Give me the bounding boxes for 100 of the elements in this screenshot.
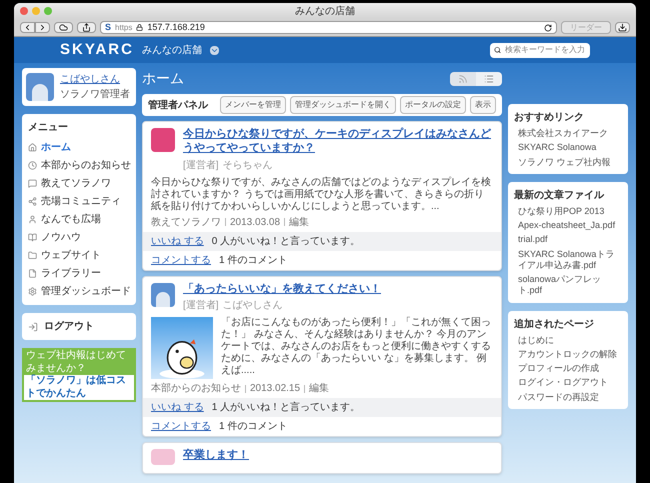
book-icon bbox=[28, 233, 37, 242]
like-count: 0 人がいいね！と言っています。 bbox=[212, 234, 360, 248]
forward-button[interactable] bbox=[35, 22, 50, 33]
logout-icon bbox=[28, 322, 38, 332]
menu-item[interactable]: ウェブサイト bbox=[28, 248, 130, 263]
file-icon bbox=[28, 269, 37, 278]
banner-headline: ウェブ社内報はじめてみませんか？ bbox=[25, 350, 127, 374]
menu-item[interactable]: ライブラリー bbox=[28, 266, 130, 281]
widget-title: 最新の文章ファイル bbox=[514, 188, 606, 203]
admin-panel-title: 管理者パネル bbox=[148, 98, 208, 112]
avatar bbox=[151, 128, 175, 152]
gear-icon bbox=[28, 287, 37, 296]
logout-button[interactable]: ログアウト bbox=[22, 313, 136, 340]
edit-link[interactable]: 編集 bbox=[309, 381, 330, 396]
user-name-link[interactable]: こばやしさん bbox=[60, 72, 130, 87]
widget-link[interactable]: プロフィールの作成 bbox=[514, 363, 622, 374]
cloud-icon bbox=[59, 23, 68, 32]
url-scheme: https bbox=[115, 24, 132, 32]
person-icon bbox=[28, 215, 37, 224]
widget-title: 追加されたページ bbox=[514, 318, 595, 332]
banner-tagline: 「ソラノワ」は低コストでかんたん bbox=[24, 375, 134, 400]
home-icon bbox=[28, 143, 37, 152]
widget-link[interactable]: trial.pdf bbox=[514, 234, 622, 246]
post-category: 本部からのお知らせ bbox=[151, 382, 241, 396]
widget-link[interactable]: アカウントロックの解除 bbox=[514, 348, 622, 360]
share-icon bbox=[82, 23, 91, 32]
search-field[interactable]: 検索キーワードを入力 bbox=[490, 42, 590, 58]
post-body: 今日からひな祭りですが、みなさんの店舗ではどのようなディスプレイを検討されていますか？ うちでは画用紙でひな人形を書いて、きらきらの折り紙を貼り付けてかわいらしいかんじにしようと思っています。... bbox=[150, 176, 492, 212]
menu-item[interactable]: 教えてソラノワ bbox=[28, 176, 130, 191]
comment-link[interactable]: コメントする bbox=[151, 419, 211, 434]
chick-illustration bbox=[151, 317, 213, 380]
widget-link[interactable]: ひな祭り用POP 2013 bbox=[514, 206, 622, 217]
widget-link[interactable]: パスワードの再設定 bbox=[514, 392, 622, 403]
menu-item[interactable]: 売場コミュニティ bbox=[28, 194, 130, 209]
avatar bbox=[151, 449, 175, 466]
post-title-link[interactable]: 卒業します！ bbox=[183, 449, 249, 463]
downloads-button[interactable] bbox=[615, 22, 630, 33]
author-role: [運営者] bbox=[183, 158, 219, 172]
download-icon bbox=[618, 23, 627, 32]
widget-link[interactable]: Apex-cheatsheet_Ja.pdf bbox=[514, 220, 622, 232]
post-title-link[interactable]: 「あったらいいな」を教えてください！ bbox=[183, 282, 381, 296]
lock-icon bbox=[136, 24, 144, 31]
site-menu-button[interactable] bbox=[210, 46, 219, 54]
share-button[interactable] bbox=[77, 22, 96, 33]
author-role: [運営者] bbox=[183, 298, 219, 314]
back-button[interactable] bbox=[20, 22, 35, 33]
post-body: 「お店にこんなものがあったら便利！」「これが無くて困った！」 みなさん、そんな経験はありませんか？ 今月のアンケートでは、みなさんのお店をもっと便利に働きやすくするために、みなさんの「あったらいい な」を募集します。 例えば..... bbox=[221, 317, 492, 378]
author-name: そらちゃん bbox=[222, 158, 273, 172]
widget-link[interactable]: 株式会社スカイアーク bbox=[514, 128, 622, 140]
admin-button[interactable]: ポータルの設定 bbox=[400, 96, 466, 114]
list-icon bbox=[484, 74, 494, 84]
like-link[interactable]: いいね する bbox=[151, 400, 204, 416]
folder-icon bbox=[28, 251, 37, 260]
list-view-button[interactable] bbox=[476, 72, 502, 86]
admin-button[interactable]: メンバーを管理 bbox=[220, 96, 286, 114]
logo: SKYARC bbox=[60, 40, 134, 60]
share-icon bbox=[28, 197, 37, 206]
post-title-link[interactable]: 今日からひな祭りですが、ケーキのディスプレイはみなさんどうやってやっていますか？ bbox=[183, 128, 493, 156]
like-link[interactable]: いいね する bbox=[151, 234, 204, 248]
menu-title: メニュー bbox=[28, 121, 69, 135]
comment-count: 1 件のコメント bbox=[219, 254, 288, 268]
admin-button[interactable]: 管理ダッシュボードを開く bbox=[290, 96, 396, 114]
widget-link[interactable]: solanowaパンフレット.pdf bbox=[514, 274, 622, 296]
address-bar[interactable]: S https 157.7.168.219 bbox=[100, 21, 557, 34]
menu-item[interactable]: ノウハウ bbox=[28, 230, 130, 245]
page-title: ホーム bbox=[142, 69, 184, 88]
menu-item[interactable]: なんでも広場 bbox=[28, 212, 130, 227]
reload-icon[interactable] bbox=[544, 24, 552, 32]
promo-banner[interactable]: ウェブ社内報はじめてみませんか？ 「ソラノワ」は低コストでかんたん bbox=[22, 348, 136, 402]
widget-link[interactable]: はじめに bbox=[514, 334, 622, 346]
post-date: 2013.02.15 bbox=[250, 382, 300, 396]
user-role: ソラノワ管理者 bbox=[60, 88, 130, 102]
menu-item[interactable]: 管理ダッシュボード bbox=[28, 284, 130, 299]
widget-title: おすすめリンク bbox=[514, 111, 585, 125]
site-icon: S bbox=[105, 23, 112, 32]
clock-icon bbox=[28, 161, 37, 170]
widget-link[interactable]: SKYARC Solanowaトライアル申込み書.pdf bbox=[514, 248, 622, 271]
admin-button[interactable]: 表示 bbox=[470, 96, 496, 114]
avatar bbox=[151, 282, 175, 306]
post-date: 2013.03.08 bbox=[230, 216, 280, 230]
feed-view-button[interactable] bbox=[450, 72, 476, 86]
widget-link[interactable]: ソラノワ ウェブ社内報 bbox=[514, 156, 622, 168]
url-text: 157.7.168.219 bbox=[147, 23, 206, 32]
widget-link[interactable]: SKYARC Solanowa bbox=[514, 142, 622, 154]
comment-count: 1 件のコメント bbox=[219, 420, 288, 434]
speech-bubble-icon bbox=[28, 179, 37, 188]
comment-link[interactable]: コメントする bbox=[151, 252, 211, 268]
cloud-button[interactable] bbox=[54, 22, 73, 33]
rss-icon bbox=[458, 74, 468, 84]
menu-item[interactable]: 本部からのお知らせ bbox=[28, 158, 130, 173]
site-name: みんなの店舗 bbox=[142, 44, 202, 58]
window-title: みんなの店舗 bbox=[295, 4, 355, 18]
user-avatar bbox=[26, 73, 54, 101]
author-name: こばやしさん bbox=[222, 299, 283, 314]
widget-link[interactable]: ログイン・ログアウト bbox=[514, 377, 622, 388]
post-category: 教えてソラノワ bbox=[151, 216, 221, 230]
like-count: 1 人がいいね！と言っています。 bbox=[212, 400, 360, 416]
edit-link[interactable]: 編集 bbox=[289, 214, 310, 230]
close-icon[interactable] bbox=[20, 7, 28, 15]
menu-item[interactable]: ホーム bbox=[28, 140, 130, 155]
